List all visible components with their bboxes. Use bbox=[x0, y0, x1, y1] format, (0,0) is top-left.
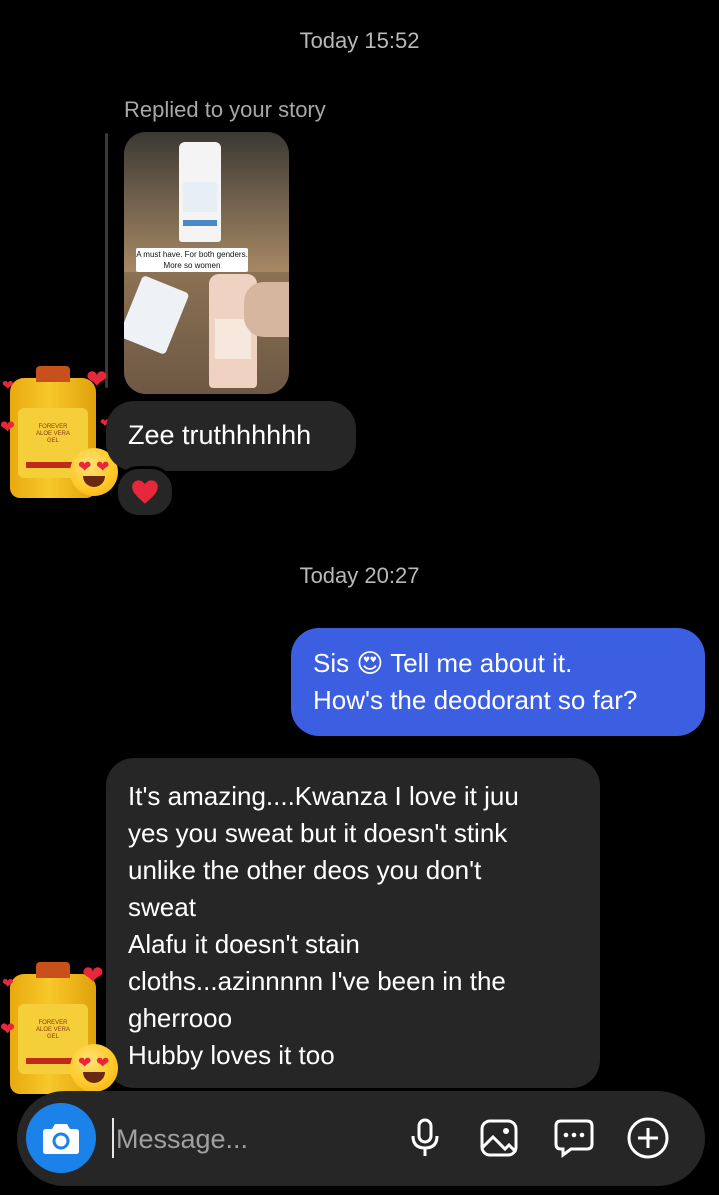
sticker-icon bbox=[554, 1119, 594, 1158]
message-reaction[interactable] bbox=[115, 466, 175, 518]
timestamp: Today 15:52 bbox=[299, 28, 420, 53]
heart-icon: ❤ bbox=[2, 975, 14, 991]
message-line: cloths...azinnnnn I've been in the bbox=[128, 966, 506, 996]
story-caption-line: A must have. For both genders. bbox=[136, 250, 248, 259]
microphone-icon bbox=[411, 1118, 439, 1156]
message-line: Sis 😍 Tell me about it. bbox=[313, 648, 573, 678]
message-text: Zee truthhhhhh bbox=[128, 420, 312, 450]
heart-icon: ❤ bbox=[82, 960, 104, 990]
gallery-icon bbox=[480, 1119, 518, 1157]
product-stripe bbox=[183, 220, 217, 226]
message-line: yes you sweat but it doesn't stink bbox=[128, 818, 508, 848]
incoming-message[interactable]: Zee truthhhhhh bbox=[106, 401, 356, 471]
heart-eyes-emoji-icon: ❤ ❤ bbox=[70, 1044, 118, 1092]
timestamp: Today 20:27 bbox=[299, 563, 420, 588]
heart-icon: ❤ bbox=[86, 364, 108, 394]
message-line: How's the deodorant so far? bbox=[313, 685, 638, 715]
plus-icon bbox=[627, 1117, 669, 1159]
story-caption-line: More so women bbox=[163, 261, 221, 270]
reply-label: Replied to your story bbox=[124, 97, 326, 122]
message-text: Sis 😍 Tell me about it. How's the deodor… bbox=[313, 645, 637, 719]
sticker-button[interactable] bbox=[549, 1113, 599, 1163]
gallery-button[interactable] bbox=[474, 1113, 524, 1163]
avatar[interactable]: FOREVER ALOE VERA GEL ❤ ❤ ❤ ❤ ❤ bbox=[0, 962, 120, 1102]
message-line: sweat bbox=[128, 892, 196, 922]
deodorant-stick-image bbox=[179, 142, 221, 242]
story-caption: A must have. For both genders. More so w… bbox=[136, 248, 248, 272]
outgoing-message[interactable]: Sis 😍 Tell me about it. How's the deodor… bbox=[291, 628, 705, 736]
bottle-text: FOREVER ALOE VERA GEL bbox=[35, 424, 70, 444]
camera-button[interactable] bbox=[26, 1103, 96, 1173]
bottle-cap bbox=[36, 366, 70, 382]
camera-icon bbox=[43, 1124, 79, 1154]
message-composer bbox=[17, 1091, 705, 1186]
message-text: It's amazing....Kwanza I love it juu yes… bbox=[128, 778, 519, 1074]
message-line: It's amazing....Kwanza I love it juu bbox=[128, 781, 519, 811]
more-options-button[interactable] bbox=[623, 1113, 673, 1163]
bottle-cap bbox=[36, 962, 70, 978]
heart-icon: ❤ bbox=[0, 417, 16, 437]
incoming-message[interactable]: It's amazing....Kwanza I love it juu yes… bbox=[106, 758, 600, 1088]
message-line: Hubby loves it too bbox=[128, 1040, 335, 1070]
bottle-text: FOREVER ALOE VERA GEL bbox=[35, 1020, 70, 1040]
hand-image bbox=[244, 282, 289, 337]
product-label bbox=[183, 182, 217, 212]
heart-icon: ❤ bbox=[2, 377, 14, 393]
heart-icon bbox=[132, 480, 158, 504]
message-line: Alafu it doesn't stain bbox=[128, 929, 360, 959]
heart-icon: ❤ bbox=[0, 1019, 16, 1039]
message-input[interactable] bbox=[114, 1113, 398, 1165]
voice-message-button[interactable] bbox=[400, 1113, 450, 1163]
reply-indicator-bar bbox=[105, 133, 108, 388]
story-thumbnail[interactable]: A must have. For both genders. More so w… bbox=[124, 132, 289, 394]
avatar[interactable]: FOREVER ALOE VERA GEL ❤ ❤ ❤ ❤ ❤ ❤ bbox=[0, 366, 120, 506]
message-line: gherrooo bbox=[128, 1003, 233, 1033]
message-line: unlike the other deos you don't bbox=[128, 855, 482, 885]
